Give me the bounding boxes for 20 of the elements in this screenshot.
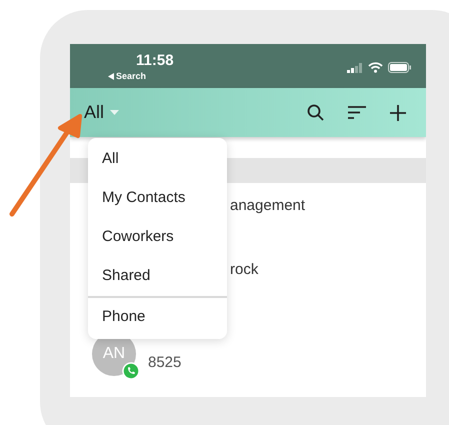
sort-icon[interactable]	[348, 106, 366, 119]
wifi-icon	[368, 62, 383, 73]
menu-item[interactable]: Phone	[88, 298, 227, 337]
back-link[interactable]: Search	[116, 71, 146, 81]
filter-dropdown[interactable]: All	[84, 99, 120, 126]
battery-icon	[388, 62, 412, 73]
add-icon[interactable]	[390, 104, 406, 120]
menu-item[interactable]: All	[88, 140, 227, 179]
clock-time: 11:58	[136, 52, 174, 69]
menu-item[interactable]: My Contacts	[88, 179, 227, 218]
back-icon	[108, 72, 114, 80]
signal-icon	[347, 62, 363, 72]
menu-item[interactable]: Coworkers	[88, 218, 227, 257]
contact-name: anagement	[230, 196, 306, 216]
phone-badge-icon	[122, 362, 140, 380]
contact-name: rock	[230, 260, 258, 280]
contact-number: 8525	[148, 352, 182, 373]
caret-icon	[110, 110, 120, 115]
search-icon[interactable]	[307, 104, 324, 121]
menu-item[interactable]: Shared	[88, 257, 227, 296]
